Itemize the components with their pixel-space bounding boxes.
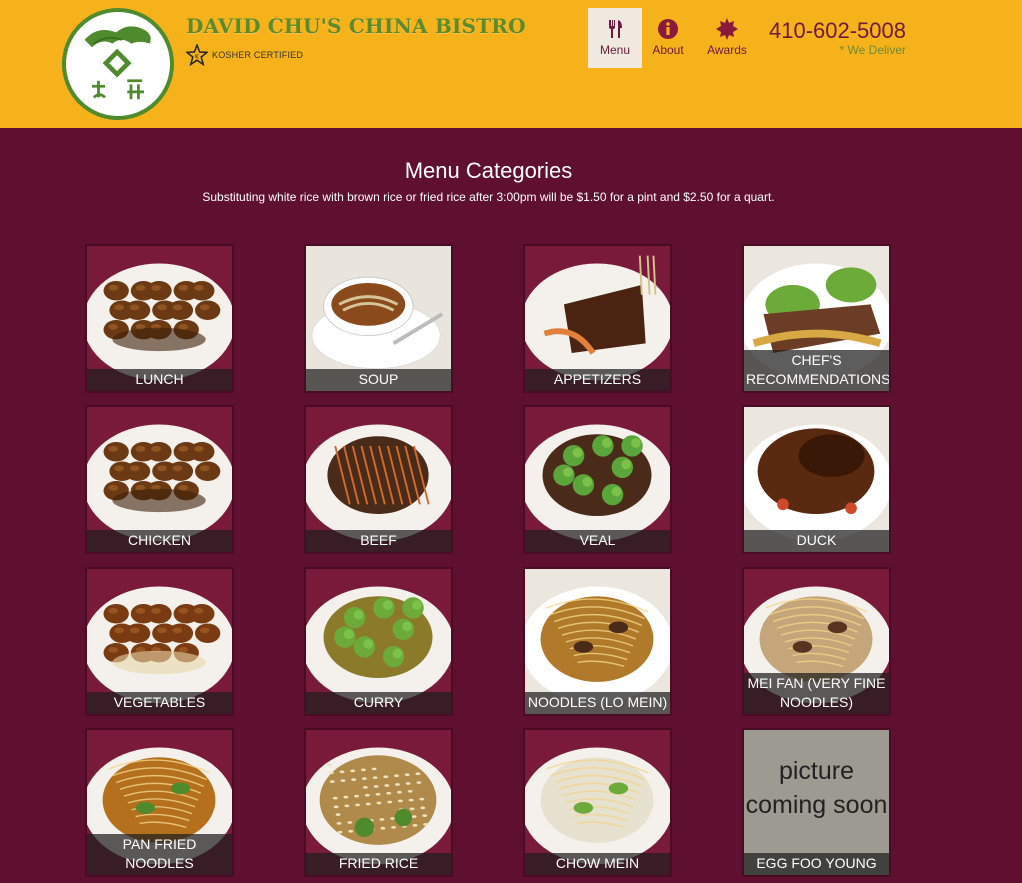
category-label: VEAL [525, 530, 670, 552]
category-tile[interactable]: VEGETABLES [85, 567, 234, 716]
nav-about[interactable]: About [641, 8, 695, 68]
phone-number[interactable]: 410-602-5008 [769, 18, 906, 44]
category-tile[interactable]: VEAL [523, 405, 672, 554]
category-tile[interactable]: PAN FRIED NOODLES [85, 728, 234, 877]
category-tile[interactable]: picture coming soon EGG FOO YOUNG [742, 728, 891, 877]
category-label: SOUP [306, 369, 451, 391]
nav-awards-label: Awards [707, 43, 747, 57]
dragon-logo-icon[interactable] [62, 8, 174, 120]
category-label: EGG FOO YOUNG [744, 853, 889, 875]
category-label: MEI FAN (VERY FINE NOODLES) [744, 673, 889, 714]
page-subtitle: Substituting white rice with brown rice … [202, 190, 775, 204]
category-tile[interactable]: BEEF [304, 405, 453, 554]
category-label: CHOW MEIN [525, 853, 670, 875]
category-tile[interactable]: DUCK [742, 405, 891, 554]
page-title: Menu Categories [404, 158, 573, 183]
utensils-icon [609, 20, 622, 38]
svg-text:K: K [195, 54, 200, 61]
category-label: CHICKEN [87, 530, 232, 552]
category-tile[interactable]: MEI FAN (VERY FINE NOODLES) [742, 567, 891, 716]
category-label: VEGETABLES [87, 692, 232, 714]
category-label: APPETIZERS [525, 369, 670, 391]
category-tile[interactable]: APPETIZERS [523, 244, 672, 393]
category-tile[interactable]: CHEF'S RECOMMENDATIONS [742, 244, 891, 393]
site-header: DAVID CHU'S CHINA BISTRO K KOSHER CERTIF… [0, 0, 1022, 128]
kosher-badge: K KOSHER CERTIFIED [186, 44, 303, 66]
category-label: FRIED RICE [306, 853, 451, 875]
placeholder-text: picture coming soon [745, 757, 888, 819]
nav-awards[interactable]: Awards [700, 8, 754, 68]
category-tile[interactable]: FRIED RICE [304, 728, 453, 877]
category-tile[interactable]: NOODLES (LO MEIN) [523, 567, 672, 716]
brand-title[interactable]: DAVID CHU'S CHINA BISTRO [186, 14, 526, 38]
info-icon [658, 19, 678, 39]
nav-menu-label: Menu [599, 43, 631, 57]
category-label: PAN FRIED NOODLES [87, 834, 232, 875]
category-tile[interactable]: SOUP [304, 244, 453, 393]
delivery-note: * We Deliver [839, 43, 906, 57]
nav-menu[interactable]: Menu [588, 8, 642, 68]
kosher-label: KOSHER CERTIFIED [212, 50, 304, 60]
category-label: DUCK [744, 530, 889, 552]
kosher-star-icon: K [186, 44, 208, 66]
category-tile[interactable]: LUNCH [85, 244, 234, 393]
category-tile[interactable]: CURRY [304, 567, 453, 716]
category-tile[interactable]: CHOW MEIN [523, 728, 672, 877]
nav-about-label: About [652, 43, 684, 57]
category-tile[interactable]: CHICKEN [85, 405, 234, 554]
category-label: CHEF'S RECOMMENDATIONS [744, 350, 889, 391]
award-badge-icon [716, 18, 738, 40]
category-label: BEEF [306, 530, 451, 552]
category-label: NOODLES (LO MEIN) [525, 692, 670, 714]
category-label: CURRY [306, 692, 451, 714]
category-label: LUNCH [87, 369, 232, 391]
